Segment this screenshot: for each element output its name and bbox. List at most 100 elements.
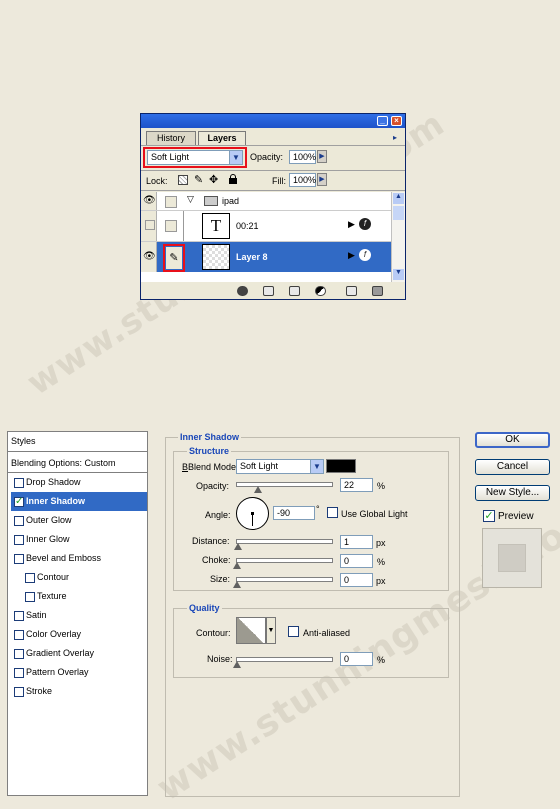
layer-blend-mode-select[interactable]: Soft Light ▼ <box>147 150 243 165</box>
shadow-color-swatch[interactable] <box>326 459 356 473</box>
new-group-icon[interactable] <box>289 286 300 296</box>
blend-mode-select[interactable]: Soft Light ▼ <box>236 459 324 474</box>
angle-dial[interactable] <box>236 497 269 530</box>
link-toggle[interactable] <box>165 220 177 232</box>
tab-history[interactable]: History <box>146 131 196 145</box>
scroll-down-icon[interactable]: ▼ <box>393 269 404 280</box>
layer-style-icon[interactable] <box>237 286 248 296</box>
cancel-button[interactable]: Cancel <box>475 459 550 475</box>
effect-item[interactable]: Contour <box>11 568 147 587</box>
effect-checkbox[interactable] <box>14 516 24 526</box>
layer-row-selected[interactable]: 👁 ✎ Layer 8 ▶ f <box>141 242 391 272</box>
ok-button[interactable]: OK <box>475 432 550 448</box>
effect-item[interactable]: Gradient Overlay <box>11 644 147 663</box>
distance-slider-thumb[interactable] <box>234 543 242 550</box>
new-layer-icon[interactable] <box>346 286 357 296</box>
choke-slider-thumb[interactable] <box>233 562 241 569</box>
size-slider[interactable] <box>236 577 333 582</box>
effect-checkbox[interactable] <box>14 649 24 659</box>
lock-brush-icon[interactable]: ✎ <box>194 173 203 186</box>
layer-row-text[interactable]: T 00:21 ▶ f <box>141 211 391 241</box>
effect-item[interactable]: Inner Glow <box>11 530 147 549</box>
visibility-toggle[interactable]: 👁 <box>141 192 157 210</box>
trash-icon[interactable] <box>372 286 383 296</box>
palette-menu-icon[interactable]: ▸ <box>393 133 397 142</box>
noise-input[interactable]: 0 <box>340 652 373 666</box>
percent-unit: % <box>377 557 386 567</box>
effect-checkbox[interactable] <box>25 592 35 602</box>
distance-slider[interactable] <box>236 539 333 544</box>
layer-scrollbar[interactable]: ▲ ▼ <box>391 192 405 282</box>
choke-input[interactable]: 0 <box>340 554 373 568</box>
lock-all-icon[interactable] <box>229 174 237 184</box>
effect-checkbox[interactable] <box>14 611 24 621</box>
effect-checkbox[interactable] <box>25 573 35 583</box>
effect-item[interactable]: Drop Shadow <box>11 473 147 492</box>
structure-title: Structure <box>187 446 232 456</box>
choke-label: Choke: <box>202 555 231 565</box>
distance-input[interactable]: 1 <box>340 535 373 549</box>
lock-move-icon[interactable]: ✥ <box>209 173 218 186</box>
opacity-slider-thumb[interactable] <box>254 486 262 493</box>
scroll-thumb[interactable] <box>393 206 404 220</box>
effect-label: Stroke <box>26 686 53 696</box>
styles-header[interactable]: Styles <box>11 436 36 446</box>
close-icon[interactable]: × <box>391 116 402 126</box>
effect-item[interactable]: Texture <box>11 587 147 606</box>
layer-fill-input[interactable]: 100% <box>289 173 316 187</box>
brush-icon[interactable]: ✎ <box>166 247 182 269</box>
opacity-input[interactable]: 22 <box>340 478 373 492</box>
fx-icon: f <box>359 249 371 261</box>
scroll-up-icon[interactable]: ▲ <box>393 193 404 204</box>
visibility-toggle[interactable] <box>141 211 157 241</box>
size-input[interactable]: 0 <box>340 573 373 587</box>
new-style-button[interactable]: New Style... <box>475 485 550 501</box>
layer-opacity-input[interactable]: 100% <box>289 150 316 164</box>
lock-transparency-icon[interactable] <box>178 175 188 185</box>
effect-item[interactable]: Outer Glow <box>11 511 147 530</box>
chevron-down-icon[interactable]: ▼ <box>266 617 276 644</box>
noise-slider-thumb[interactable] <box>233 661 241 668</box>
effect-item[interactable]: Satin <box>11 606 147 625</box>
effect-item[interactable]: Pattern Overlay <box>11 663 147 682</box>
effects-arrow-icon[interactable]: ▶ <box>348 250 355 261</box>
tab-layers[interactable]: Layers <box>198 131 246 146</box>
size-slider-thumb[interactable] <box>233 581 241 588</box>
effect-label: Outer Glow <box>26 515 72 525</box>
layer-row-group[interactable]: 👁 ▽ ipad <box>141 192 391 210</box>
effect-label: Drop Shadow <box>26 477 81 487</box>
lock-label: Lock: <box>146 176 168 186</box>
anti-aliased-checkbox[interactable] <box>288 626 299 637</box>
visibility-toggle[interactable]: 👁 <box>141 242 157 272</box>
effect-checkbox[interactable]: ✓ <box>14 497 24 507</box>
add-mask-icon[interactable] <box>263 286 274 296</box>
effect-item[interactable]: Bevel and Emboss <box>11 549 147 568</box>
effect-checkbox[interactable] <box>14 478 24 488</box>
noise-slider[interactable] <box>236 657 333 662</box>
effect-checkbox[interactable] <box>14 687 24 697</box>
adjustment-layer-icon[interactable] <box>315 286 326 296</box>
effect-checkbox[interactable] <box>14 630 24 640</box>
minimize-icon[interactable]: _ <box>377 116 388 126</box>
opacity-arrow-icon[interactable]: ▶ <box>317 150 327 163</box>
effect-item[interactable]: Color Overlay <box>11 625 147 644</box>
distance-label: Distance: <box>192 536 230 546</box>
effect-checkbox[interactable] <box>14 535 24 545</box>
effect-item[interactable]: ✓ Inner Shadow <box>11 492 147 511</box>
effect-item[interactable]: Stroke <box>11 682 147 701</box>
effect-checkbox[interactable] <box>14 668 24 678</box>
angle-input[interactable]: -90 <box>273 506 315 520</box>
fill-arrow-icon[interactable]: ▶ <box>317 173 327 186</box>
blending-options[interactable]: Blending Options: Custom <box>11 458 116 468</box>
expand-arrow-icon[interactable]: ▽ <box>187 194 194 205</box>
folder-icon <box>204 196 218 206</box>
opacity-slider[interactable] <box>236 482 333 487</box>
preview-checkbox[interactable]: ✓ <box>483 510 495 522</box>
use-global-light-checkbox[interactable] <box>327 507 338 518</box>
effects-arrow-icon[interactable]: ▶ <box>348 219 355 230</box>
choke-slider[interactable] <box>236 558 333 563</box>
link-toggle[interactable] <box>165 196 177 208</box>
effect-checkbox[interactable] <box>14 554 24 564</box>
opacity-label: Opacity: <box>250 152 284 162</box>
contour-preview[interactable] <box>236 617 266 644</box>
